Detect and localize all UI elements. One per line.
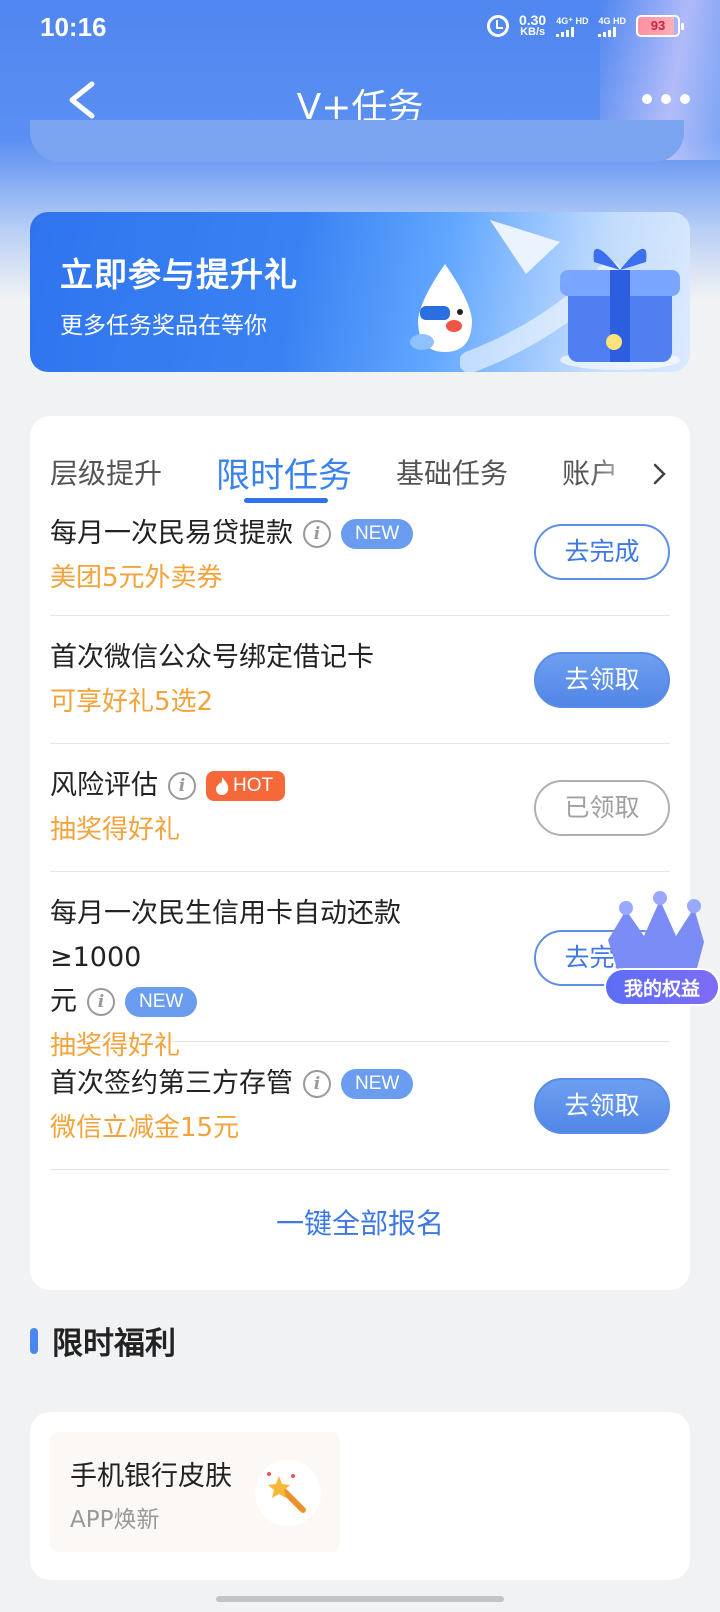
- hot-badge: HOT: [206, 771, 286, 801]
- task-title-row: 元 i NEW: [50, 980, 500, 1024]
- new-badge: NEW: [341, 519, 414, 549]
- active-tab-indicator: [244, 498, 328, 503]
- go-claim-button[interactable]: 去领取: [534, 1078, 670, 1134]
- task-title: 每月一次民易贷提款: [50, 518, 293, 549]
- more-dots-icon[interactable]: [642, 94, 690, 104]
- collapsed-card: [30, 120, 684, 162]
- claimed-button[interactable]: 已领取: [534, 780, 670, 836]
- task-title-row: 每月一次民易贷提款 i NEW: [50, 512, 500, 556]
- task-title-line1: 每月一次民生信用卡自动还款≥1000: [50, 898, 401, 973]
- status-bar: 10:16 0.30 KB/s 4G⁺ HD 4G HD 93: [0, 0, 720, 56]
- tab-level-up[interactable]: 层级提升: [50, 452, 162, 492]
- mascot-illustration: [410, 264, 472, 352]
- task-row: 首次签约第三方存管 i NEW 微信立减金15元 去领取: [50, 1042, 670, 1170]
- task-title-row: 首次微信公众号绑定借记卡: [50, 636, 500, 680]
- task-row: 风险评估 i HOT 抽奖得好礼 已领取: [50, 744, 670, 872]
- task-title-line2: 元: [50, 986, 77, 1017]
- task-row: 首次微信公众号绑定借记卡 可享好礼5选2 去领取: [50, 616, 670, 744]
- status-time: 10:16: [40, 12, 107, 42]
- section-title-text: 限时福利: [52, 1326, 176, 1362]
- new-badge: NEW: [125, 987, 198, 1017]
- benefit-title: 手机银行皮肤: [70, 1461, 232, 1492]
- signal-1-bars-icon: [556, 26, 588, 37]
- benefit-subtitle: APP焕新: [70, 1507, 160, 1533]
- go-claim-button[interactable]: 去领取: [534, 652, 670, 708]
- benefit-item[interactable]: 手机银行皮肤 APP焕新: [50, 1432, 340, 1552]
- flame-icon: [216, 777, 229, 795]
- alarm-icon: [486, 15, 509, 37]
- section-marker: [30, 1327, 38, 1354]
- task-title: 首次微信公众号绑定借记卡: [50, 642, 374, 673]
- task-title-row: 首次签约第三方存管 i NEW: [50, 1062, 500, 1106]
- info-icon[interactable]: i: [87, 988, 115, 1016]
- signal-2-label: 4G HD: [598, 15, 626, 26]
- tab-basic-tasks[interactable]: 基础任务: [396, 452, 508, 492]
- go-complete-button[interactable]: 去完成: [534, 524, 670, 580]
- home-indicator: [216, 1596, 504, 1602]
- info-icon[interactable]: i: [168, 772, 196, 800]
- promo-banner[interactable]: 立即参与提升礼 更多任务奖品在等你: [30, 212, 690, 372]
- status-icons: 0.30 KB/s 4G⁺ HD 4G HD 93: [486, 12, 684, 38]
- signup-all-button[interactable]: 一键全部报名: [30, 1202, 690, 1242]
- task-title: 风险评估: [50, 770, 158, 801]
- task-card: 层级提升 限时任务 基础任务 账户 每月一次民易贷提款 i NEW 美团5元外卖…: [30, 416, 690, 1290]
- signal-2: 4G HD: [598, 16, 626, 37]
- net-speed-unit: KB/s: [520, 26, 546, 38]
- task-title: 首次签约第三方存管: [50, 1068, 293, 1099]
- task-tabs: 层级提升 限时任务 基础任务 账户: [30, 416, 690, 516]
- new-badge: NEW: [341, 1069, 414, 1099]
- net-speed: 0.30 KB/s: [518, 12, 547, 38]
- info-icon[interactable]: i: [303, 1070, 331, 1098]
- section-title: 限时福利: [30, 1318, 176, 1363]
- signal-2-bars-icon: [598, 26, 626, 37]
- tab-limited-tasks[interactable]: 限时任务: [216, 448, 352, 497]
- banner-subtitle: 更多任务奖品在等你: [60, 313, 267, 339]
- net-speed-value: 0.30: [518, 12, 547, 28]
- info-icon[interactable]: i: [303, 520, 331, 548]
- task-row: 每月一次民生信用卡自动还款≥1000 元 i NEW 抽奖得好礼 去完成: [50, 872, 670, 1061]
- gift-box-illustration: [560, 248, 680, 370]
- task-title-row: 风险评估 i HOT: [50, 764, 500, 808]
- signal-1: 4G⁺ HD: [556, 16, 588, 37]
- banner-title: 立即参与提升礼: [60, 255, 298, 294]
- signal-1-label: 4G⁺ HD: [556, 15, 589, 26]
- battery-icon: 93: [636, 15, 684, 37]
- chevron-right-icon[interactable]: [648, 460, 670, 488]
- hot-badge-label: HOT: [233, 775, 274, 796]
- task-title-row: 每月一次民生信用卡自动还款≥1000: [50, 892, 500, 980]
- tab-fade: [590, 436, 690, 506]
- task-row: 每月一次民易贷提款 i NEW 美团5元外卖券 去完成: [50, 508, 670, 616]
- benefit-card: 手机银行皮肤 APP焕新: [30, 1412, 690, 1580]
- my-rights-button[interactable]: 我的权益: [604, 968, 720, 1006]
- magic-wand-icon: [255, 1460, 321, 1526]
